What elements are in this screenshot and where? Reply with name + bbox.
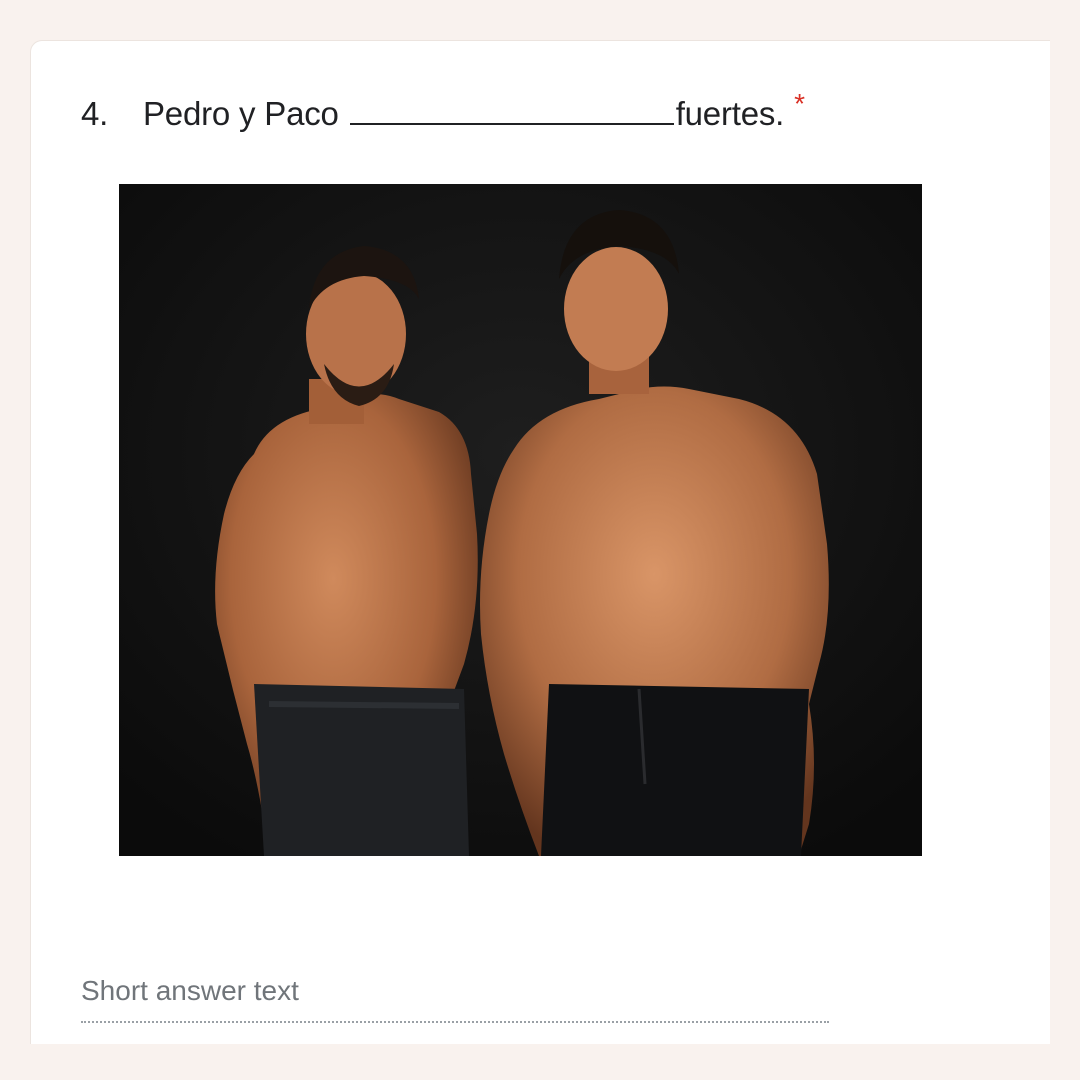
question-image — [119, 184, 922, 856]
short-answer-input[interactable]: Short answer text — [81, 975, 299, 1007]
question-text-after: fuertes. — [675, 95, 785, 132]
fill-in-blank — [349, 103, 674, 125]
question-card: 4. Pedro y Paco fuertes. * Short answer … — [30, 40, 1050, 1044]
answer-underline — [81, 1021, 829, 1023]
question-text-before: Pedro y Paco — [143, 95, 339, 132]
required-asterisk: * — [794, 88, 805, 119]
question-number: 4. — [81, 95, 109, 132]
two-men-photo — [119, 184, 922, 856]
form-page: 4. Pedro y Paco fuertes. * Short answer … — [0, 0, 1080, 1080]
page-margin — [1050, 40, 1080, 1044]
question-title: 4. Pedro y Paco fuertes. * — [81, 88, 805, 133]
